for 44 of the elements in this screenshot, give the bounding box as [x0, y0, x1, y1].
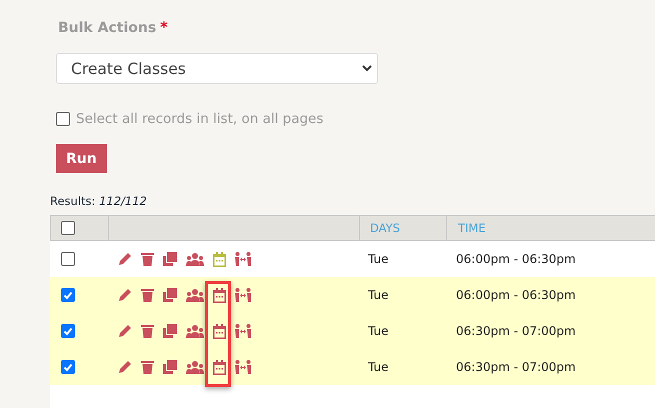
people-icon[interactable] [186, 360, 204, 374]
people-arrows-icon[interactable] [235, 288, 251, 302]
trash-icon[interactable] [141, 252, 154, 266]
pencil-icon[interactable] [118, 252, 132, 266]
checkbox[interactable] [61, 288, 75, 302]
calendar-icon[interactable] [213, 360, 226, 374]
required-mark: * [160, 20, 168, 36]
table-cell: Tue [368, 288, 388, 302]
table-cell: 06:00pm - 06:30pm [456, 252, 576, 266]
copy-icon[interactable] [163, 324, 177, 338]
action-dropdown[interactable]: Create Classes [56, 53, 378, 84]
trash-icon[interactable] [141, 288, 154, 302]
checkbox[interactable] [56, 112, 70, 126]
people-arrows-icon[interactable] [235, 252, 251, 266]
copy-icon[interactable] [163, 360, 177, 374]
table-cell: 06:00pm - 06:30pm [456, 288, 576, 302]
checkbox-label: Select all records in list, on all pages [76, 111, 324, 127]
pencil-icon[interactable] [118, 288, 132, 302]
field-label: Bulk Actions [58, 20, 156, 36]
table-cell: Tue [368, 252, 388, 266]
trash-icon[interactable] [141, 324, 154, 338]
checkbox[interactable] [61, 360, 75, 374]
calendar-icon[interactable] [213, 288, 226, 302]
table-cell: Tue [368, 324, 388, 338]
people-icon[interactable] [186, 252, 204, 266]
trash-icon[interactable] [141, 360, 154, 374]
copy-icon[interactable] [163, 252, 177, 266]
results-count: Results: 112/112 [50, 194, 148, 208]
chevron-icon [362, 65, 372, 72]
calendar-icon[interactable] [213, 324, 226, 338]
run-button[interactable]: Run [56, 144, 107, 173]
people-icon[interactable] [186, 324, 204, 338]
checkbox[interactable] [61, 221, 75, 235]
pencil-icon[interactable] [118, 324, 132, 338]
people-icon[interactable] [186, 288, 204, 302]
pencil-icon[interactable] [118, 360, 132, 374]
people-arrows-icon[interactable] [235, 360, 251, 374]
checkbox[interactable] [61, 252, 75, 266]
table-cell: 06:30pm - 07:00pm [456, 324, 576, 338]
table-cell: 06:30pm - 07:00pm [456, 360, 576, 374]
copy-icon[interactable] [163, 288, 177, 302]
checkbox[interactable] [61, 324, 75, 338]
table-cell: Tue [368, 360, 388, 374]
people-arrows-icon[interactable] [235, 324, 251, 338]
